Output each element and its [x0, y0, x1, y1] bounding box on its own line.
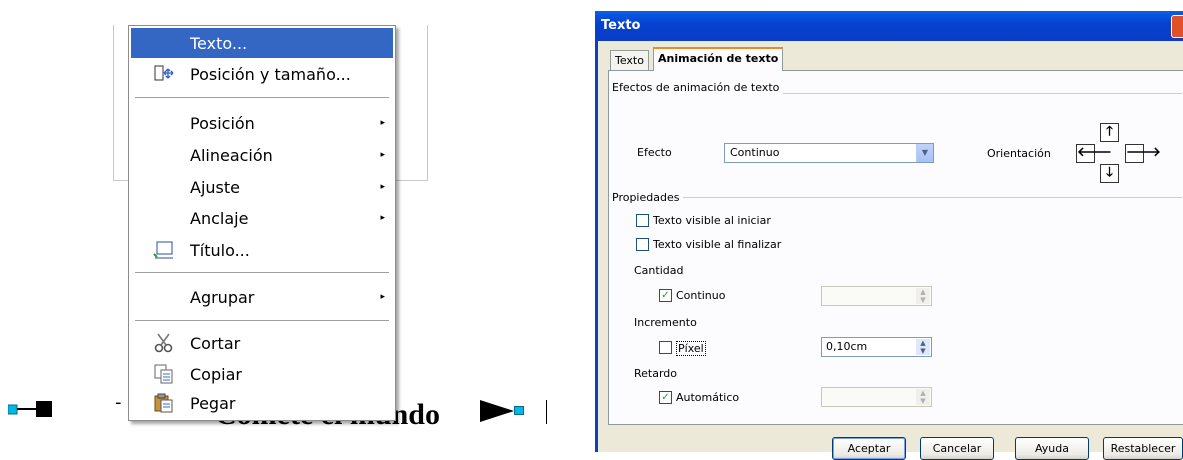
selection-handle-left[interactable] [8, 401, 52, 417]
menu-item-label: Pegar [190, 393, 236, 413]
group-divider [612, 197, 1182, 198]
effects-group-label: Efectos de animación de texto [612, 81, 784, 94]
arrow-left-icon[interactable]: 🡐 [1076, 144, 1112, 163]
caption-icon [153, 239, 175, 261]
menu-item-posicion[interactable]: Posición ▸ [131, 108, 393, 138]
text-dialog: Texto Texto Animación de texto Efectos d… [595, 11, 1183, 460]
arrow-up-icon[interactable]: 🡑 [1100, 123, 1119, 142]
menu-item-agrupar[interactable]: Agrupar ▸ [131, 282, 393, 312]
menu-item-alineacion[interactable]: Alineación ▸ [131, 140, 393, 170]
dialog-title: Texto [601, 18, 641, 33]
menu-separator [135, 320, 389, 321]
context-menu: Texto... Posición y tamaño... Posición ▸… [128, 25, 396, 421]
submenu-arrow-icon: ▸ [380, 118, 385, 128]
menu-item-texto[interactable]: Texto... [131, 28, 393, 58]
ok-button[interactable]: Aceptar [832, 437, 906, 460]
automatic-checkbox[interactable]: ✓ [659, 391, 672, 404]
menu-item-cortar[interactable]: Cortar [131, 328, 393, 358]
arrow-shape[interactable] [480, 398, 514, 424]
menu-item-copiar[interactable]: Copiar [131, 359, 393, 389]
submenu-arrow-icon: ▸ [380, 182, 385, 192]
increment-label: Incremento [634, 316, 697, 329]
tab-texto[interactable]: Texto [610, 50, 649, 70]
stepper-arrows-icon[interactable]: ▲ ▼ [916, 389, 930, 405]
menu-item-label: Alineación [190, 145, 273, 165]
visible-end-checkbox[interactable] [636, 238, 649, 251]
effect-label: Efecto [637, 146, 672, 159]
arrow-down-icon[interactable]: 🡓 [1100, 164, 1119, 183]
delay-stepper[interactable]: ▲ ▼ [821, 387, 932, 407]
menu-item-label: Ajuste [190, 177, 240, 197]
help-button[interactable]: Ayuda [1015, 437, 1089, 460]
menu-item-label: Texto... [190, 33, 248, 53]
quantity-stepper[interactable]: ▲ ▼ [821, 286, 932, 306]
visible-start-label[interactable]: Texto visible al iniciar [653, 214, 771, 227]
delay-label: Retardo [634, 367, 678, 380]
menu-item-label: Anclaje [190, 208, 249, 228]
document-dash: - [115, 392, 122, 413]
copy-icon [153, 363, 175, 385]
menu-separator [135, 272, 389, 273]
continuous-label[interactable]: Continuo [676, 289, 725, 302]
orientation-label: Orientación [987, 147, 1051, 160]
effect-select-value: Continuo [730, 146, 780, 159]
menu-item-label: Título... [190, 240, 250, 260]
submenu-arrow-icon: ▸ [380, 292, 385, 302]
submenu-arrow-icon: ▸ [380, 213, 385, 223]
menu-item-titulo[interactable]: Título... [131, 235, 393, 265]
pixel-checkbox[interactable] [659, 341, 672, 354]
reset-button[interactable]: Restablecer [1103, 437, 1183, 460]
menu-item-label: Copiar [190, 364, 242, 384]
menu-item-anclaje[interactable]: Anclaje ▸ [131, 203, 393, 233]
menu-item-ajuste[interactable]: Ajuste ▸ [131, 172, 393, 202]
automatic-label[interactable]: Automático [676, 391, 739, 404]
stepper-arrows-icon[interactable]: ▲ ▼ [916, 339, 930, 355]
menu-separator [135, 97, 389, 98]
cancel-button[interactable]: Cancelar [920, 437, 994, 460]
text-cursor [546, 400, 547, 424]
dialog-titlebar[interactable]: Texto [595, 11, 1183, 41]
visible-end-label[interactable]: Texto visible al finalizar [653, 238, 781, 251]
properties-group-label: Propiedades [612, 191, 684, 204]
position-size-icon [153, 63, 175, 85]
effect-select[interactable]: Continuo ▼ [724, 143, 934, 163]
continuous-checkbox[interactable]: ✓ [659, 289, 672, 302]
increment-stepper[interactable]: 0,10cm ▲ ▼ [821, 337, 932, 357]
submenu-arrow-icon: ▸ [380, 150, 385, 160]
close-icon[interactable] [1171, 15, 1183, 38]
menu-item-label: Agrupar [190, 287, 255, 307]
pixel-label[interactable]: Píxel [676, 341, 706, 356]
menu-item-label: Cortar [190, 333, 241, 353]
increment-value: 0,10cm [826, 340, 868, 353]
paste-icon [153, 392, 175, 414]
scissors-icon [153, 332, 175, 354]
menu-item-posicion-tamano[interactable]: Posición y tamaño... [131, 59, 393, 89]
visible-start-checkbox[interactable] [636, 214, 649, 227]
selection-handle-right[interactable] [514, 406, 524, 415]
quantity-label: Cantidad [634, 264, 684, 277]
tab-animacion-de-texto[interactable]: Animación de texto [653, 47, 784, 71]
menu-item-label: Posición [190, 113, 255, 133]
stepper-arrows-icon[interactable]: ▲ ▼ [916, 288, 930, 304]
menu-item-label: Posición y tamaño... [190, 64, 351, 84]
menu-item-pegar[interactable]: Pegar [131, 388, 393, 418]
chevron-down-icon[interactable]: ▼ [916, 144, 933, 162]
arrow-right-icon[interactable]: 🡒 [1125, 144, 1161, 163]
